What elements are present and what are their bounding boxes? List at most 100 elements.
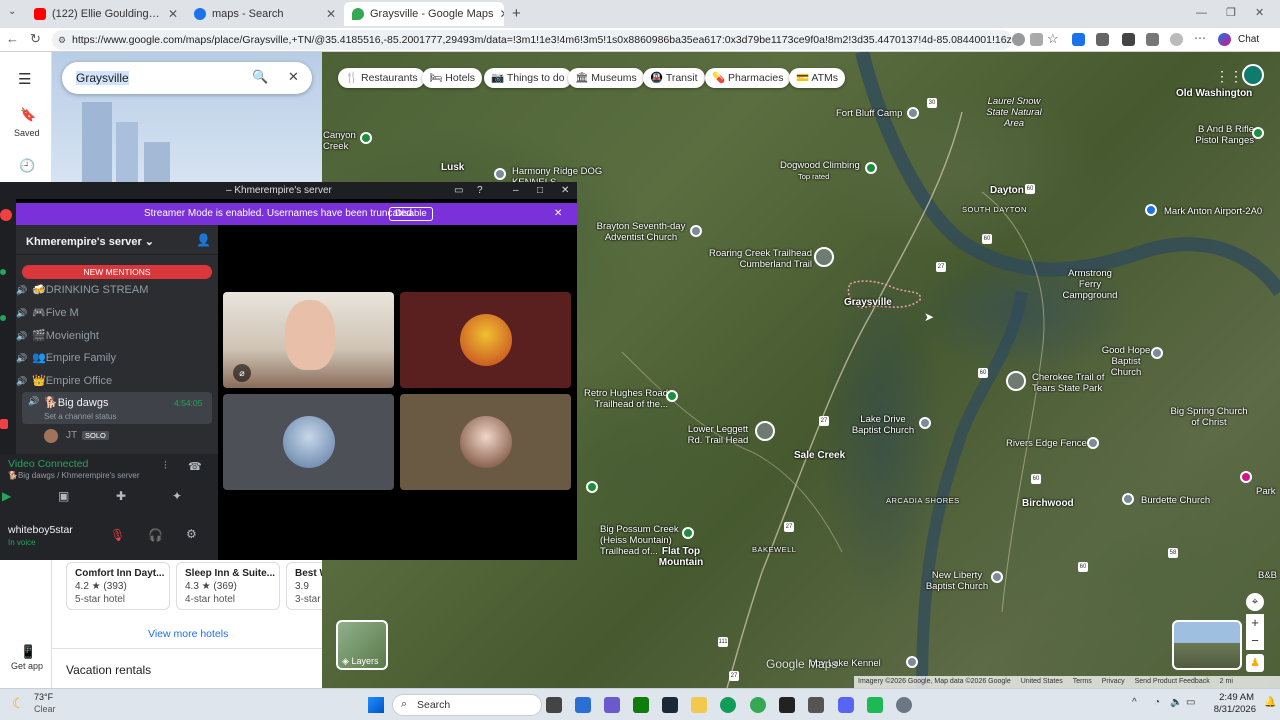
view-more-hotels-link[interactable]: View more hotels bbox=[148, 628, 228, 640]
church-pin-icon[interactable] bbox=[919, 417, 931, 429]
airport-pin-icon[interactable] bbox=[1145, 204, 1157, 216]
file-explorer-icon[interactable] bbox=[691, 697, 707, 713]
search-icon[interactable]: 🔍 bbox=[252, 69, 268, 85]
zoom-in-button[interactable]: + bbox=[1246, 614, 1264, 632]
voice-channel[interactable]: 🔊 👥Empire Family bbox=[16, 348, 212, 368]
profile-avatar[interactable] bbox=[1170, 33, 1183, 46]
settings-icon[interactable] bbox=[1122, 33, 1135, 46]
chrome-icon[interactable] bbox=[750, 697, 766, 713]
reload-icon[interactable]: ↻ bbox=[30, 31, 41, 47]
street-view-thumbnail[interactable] bbox=[1172, 620, 1242, 670]
hotel-card[interactable]: Best W 3.9 3-star bbox=[286, 562, 322, 610]
my-location-icon[interactable]: ⌖ bbox=[1246, 593, 1264, 611]
place-pin-icon[interactable] bbox=[494, 168, 506, 180]
saved-label[interactable]: Saved bbox=[14, 128, 40, 138]
share-icon[interactable] bbox=[1030, 33, 1043, 46]
voice-channel[interactable]: 🔊 🎮Five M bbox=[16, 303, 212, 323]
zoom-out-button[interactable]: − bbox=[1246, 632, 1264, 650]
screen-share-icon[interactable]: ▣ bbox=[58, 489, 69, 503]
tray-expand-icon[interactable]: ^ bbox=[1132, 697, 1137, 708]
invite-icon[interactable]: 👤 bbox=[196, 233, 211, 247]
xbox-icon[interactable] bbox=[633, 697, 649, 713]
activity-icon[interactable]: ✚ bbox=[116, 489, 126, 503]
menu-icon[interactable]: ☰ bbox=[18, 70, 31, 88]
app-icon[interactable] bbox=[867, 697, 883, 713]
discord-icon[interactable] bbox=[838, 697, 854, 713]
camera-icon[interactable]: ▶ bbox=[2, 489, 11, 503]
windows-start-icon[interactable] bbox=[368, 697, 384, 713]
hotel-card[interactable]: Sleep Inn & Suite... 4.3 ★ (369) 4-star … bbox=[176, 562, 280, 610]
app-icon[interactable] bbox=[604, 697, 620, 713]
layers-button[interactable]: ◈ Layers bbox=[336, 620, 388, 670]
volume-icon[interactable]: 🔈 bbox=[1170, 697, 1182, 708]
chat-button[interactable]: Chat bbox=[1238, 34, 1259, 45]
close-banner-icon[interactable]: ✕ bbox=[554, 203, 562, 225]
video-tile-avatar[interactable] bbox=[400, 292, 571, 388]
park-pin-icon[interactable] bbox=[666, 390, 678, 402]
chip-museums[interactable]: 🏛 Museums bbox=[568, 68, 644, 88]
church-pin-icon[interactable] bbox=[1122, 493, 1134, 505]
app-icon[interactable] bbox=[808, 697, 824, 713]
voice-user[interactable]: JT SOLO bbox=[44, 428, 204, 444]
saved-icon[interactable]: 🔖 bbox=[20, 107, 36, 123]
video-tile-avatar[interactable] bbox=[400, 394, 571, 490]
username[interactable]: whiteboy5star bbox=[8, 524, 73, 536]
church-pin-icon[interactable] bbox=[690, 225, 702, 237]
server-icon[interactable] bbox=[0, 269, 6, 275]
steam-icon[interactable] bbox=[662, 697, 678, 713]
phone-icon[interactable]: 📱 bbox=[20, 644, 36, 660]
copilot-icon[interactable] bbox=[1218, 33, 1231, 46]
edge-icon[interactable] bbox=[720, 697, 736, 713]
disconnect-icon[interactable]: ☎ bbox=[188, 460, 202, 473]
notifications-icon[interactable]: 🔔 bbox=[1264, 697, 1276, 708]
pegman-icon[interactable]: ♟ bbox=[1246, 654, 1264, 672]
new-tab-button[interactable]: + bbox=[512, 5, 521, 22]
active-voice-channel[interactable]: 🔊 🐕Big dawgs 4:54:05 Set a channel statu… bbox=[22, 392, 212, 424]
tab-youtube[interactable]: (122) Ellie Goulding - Lights (Offici ✕ bbox=[26, 2, 186, 26]
window-controls[interactable]: — ❐ ✕ bbox=[1196, 6, 1272, 19]
battery-icon[interactable]: ▭ bbox=[1186, 697, 1195, 708]
maximize-icon[interactable]: □ bbox=[537, 182, 543, 199]
feedback-link[interactable]: Send Product Feedback bbox=[1135, 678, 1210, 685]
church-pin-icon[interactable] bbox=[991, 571, 1003, 583]
url-field[interactable]: ⚙ https://www.google.com/maps/place/Gray… bbox=[52, 30, 1012, 50]
shopping-pin-icon[interactable] bbox=[1240, 471, 1252, 483]
chip-pharmacies[interactable]: 💊 Pharmacies bbox=[705, 68, 791, 88]
task-view-icon[interactable] bbox=[546, 697, 562, 713]
park-pin-icon[interactable] bbox=[865, 162, 877, 174]
server-header[interactable]: Khmerempire's server ⌄ 👤 bbox=[16, 225, 218, 255]
country-link[interactable]: United States bbox=[1021, 678, 1063, 685]
site-info-icon[interactable]: ⚙ bbox=[58, 30, 66, 50]
new-mentions-pill[interactable]: NEW MENTIONS bbox=[22, 265, 212, 279]
video-tile-camera[interactable]: ⌀ bbox=[223, 292, 394, 388]
settings-icon[interactable] bbox=[896, 697, 912, 713]
soundboard-icon[interactable]: ✦ bbox=[172, 489, 182, 503]
channel-status[interactable]: Set a channel status bbox=[44, 412, 117, 421]
close-tab-icon[interactable]: ✕ bbox=[494, 7, 505, 21]
inbox-icon[interactable]: ▭ bbox=[454, 182, 463, 199]
user-settings-icon[interactable]: ⚙ bbox=[186, 527, 197, 541]
chip-hotels[interactable]: 🛏 Hotels bbox=[422, 68, 483, 88]
taskbar-search[interactable]: ⌕ Search bbox=[392, 694, 542, 716]
weather-temp[interactable]: 73°F bbox=[34, 692, 53, 702]
back-icon[interactable]: ← bbox=[6, 31, 19, 46]
chip-transit[interactable]: 🚇 Transit bbox=[643, 68, 705, 88]
close-tab-icon[interactable]: ✕ bbox=[162, 7, 178, 21]
location-icon[interactable] bbox=[1012, 33, 1025, 46]
more-menu-icon[interactable]: ⋯ bbox=[1194, 31, 1206, 45]
disable-streamer-mode-button[interactable]: Disable bbox=[389, 207, 433, 221]
video-tile-avatar[interactable] bbox=[223, 394, 394, 490]
search-box[interactable]: Graysville 🔍 ✕ bbox=[62, 62, 312, 94]
tab-list-icon[interactable]: ⌄ bbox=[8, 6, 16, 17]
chip-restaurants[interactable]: 🍴 Restaurants bbox=[338, 68, 425, 88]
tab-maps[interactable]: Graysville - Google Maps ✕ bbox=[344, 2, 504, 26]
account-avatar[interactable] bbox=[1242, 64, 1264, 86]
copilot-app-icon[interactable] bbox=[575, 697, 591, 713]
voice-channel[interactable]: 🔊 🍻DRINKING STREAM bbox=[16, 280, 212, 300]
favorites-icon[interactable] bbox=[1146, 33, 1159, 46]
clear-search-icon[interactable]: ✕ bbox=[288, 69, 299, 85]
voice-status[interactable]: Video Connected bbox=[8, 458, 88, 470]
voice-channel[interactable]: 🔊 🎬Movienight bbox=[16, 326, 212, 346]
park-pin-icon[interactable] bbox=[1252, 127, 1264, 139]
hotel-card[interactable]: Comfort Inn Dayt... 4.2 ★ (393) 5-star h… bbox=[66, 562, 170, 610]
